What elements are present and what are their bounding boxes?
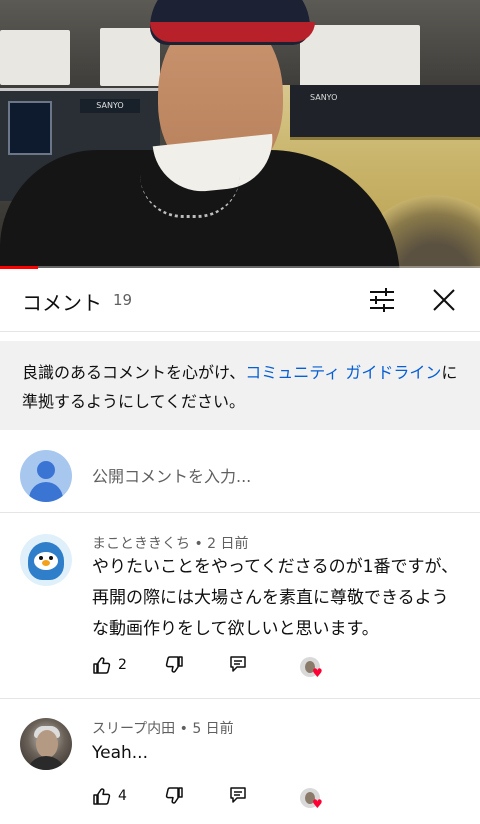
comment-item: まことききくち • 2 日前 やりたいことをやってくださるのが1番ですが、再開の… <box>0 520 480 698</box>
user-avatar <box>20 450 72 502</box>
comment-text: Yeah... <box>92 743 148 763</box>
reply-comment-icon <box>230 787 246 803</box>
reply-comment-icon <box>230 656 246 672</box>
like-count: 2 <box>118 657 127 673</box>
comment-divider <box>0 698 480 699</box>
commenter-avatar[interactable] <box>20 718 72 770</box>
photo-face <box>36 730 58 758</box>
close-icon <box>433 289 455 311</box>
guideline-text-before: 良識のあるコメントを心がけ、 <box>22 363 246 382</box>
comments-count: 19 <box>113 291 133 309</box>
comments-header: コメント 19 <box>0 269 480 332</box>
video-player[interactable]: SANYO SANYO <box>0 0 480 268</box>
thumbs-down-icon <box>165 656 183 673</box>
comments-title: コメント <box>22 291 102 315</box>
commenter-avatar[interactable] <box>20 534 72 586</box>
video-wall-sign <box>300 25 420 87</box>
reply-button[interactable] <box>229 786 247 804</box>
creator-heart-badge: ♥ <box>300 657 323 680</box>
comment-input[interactable]: 公開コメントを入力... <box>92 463 251 487</box>
penguin-eye <box>39 556 43 560</box>
guideline-link[interactable]: コミュニティ ガイドライン <box>245 363 441 382</box>
sort-button[interactable] <box>362 280 402 320</box>
photo-body <box>26 756 66 770</box>
thumbs-down-icon <box>165 787 183 804</box>
comment-meta: スリープ内田 • 5 日前 <box>92 721 234 737</box>
machine-brand-left: SANYO <box>80 99 140 113</box>
comment-meta: まことききくち • 2 日前 <box>92 536 249 552</box>
guideline-text: 良識のあるコメントを心がけ、コミュニティ ガイドラインに準拠するようにしてくださ… <box>22 358 462 416</box>
avatar-head <box>37 461 55 479</box>
comment-item: スリープ内田 • 5 日前 Yeah... 4 ♥ <box>0 706 480 824</box>
video-wall-sign <box>100 28 160 86</box>
reply-button[interactable] <box>229 655 247 673</box>
like-button[interactable]: 4 <box>92 786 127 806</box>
thumbs-up-icon <box>93 657 111 674</box>
community-guideline-notice: 良識のあるコメントを心がけ、コミュニティ ガイドラインに準拠するようにしてくださ… <box>0 341 480 430</box>
machine-control-panel: SANYO <box>290 85 480 140</box>
video-wall-sign <box>0 30 70 85</box>
comment-text: やりたいことをやってくださるのが1番ですが、再開の際には大場さんを素直に尊敬でき… <box>92 557 459 639</box>
add-comment-row[interactable]: 公開コメントを入力... <box>0 440 480 513</box>
heart-icon: ♥ <box>312 666 323 680</box>
close-button[interactable] <box>424 280 464 320</box>
avatar-body <box>29 482 63 502</box>
penguin-eye <box>49 556 53 560</box>
like-button[interactable]: 2 <box>92 655 127 675</box>
tune-icon <box>370 288 394 312</box>
person-cap-bill <box>150 22 315 42</box>
thumbs-up-icon <box>93 788 111 805</box>
penguin-beak <box>42 560 50 566</box>
creator-heart-badge: ♥ <box>300 788 323 811</box>
like-count: 4 <box>118 788 127 804</box>
machine-panel <box>8 101 52 155</box>
dislike-button[interactable] <box>164 655 184 675</box>
machine-brand-right: SANYO <box>310 93 338 102</box>
dislike-button[interactable] <box>164 786 184 806</box>
heart-icon: ♥ <box>312 797 323 811</box>
